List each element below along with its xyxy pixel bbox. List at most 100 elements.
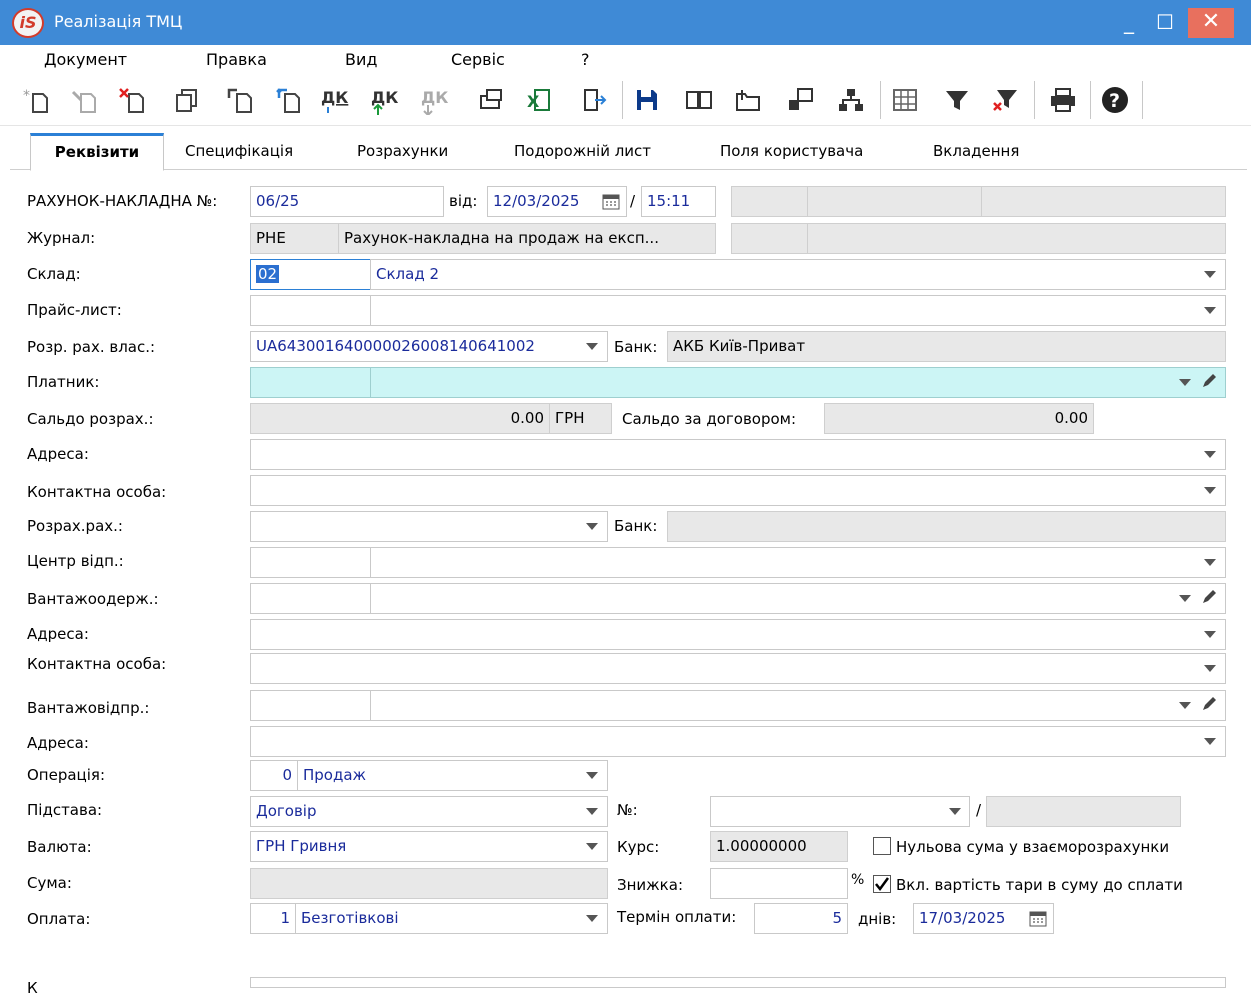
copy-document-icon[interactable] <box>170 83 204 117</box>
edit-document-icon[interactable] <box>66 83 100 117</box>
tab-attachments[interactable]: Вкладення <box>933 133 1019 170</box>
comment-field[interactable] <box>250 977 1226 988</box>
export-excel-icon[interactable]: X <box>522 83 556 117</box>
menu-help[interactable]: ? <box>581 50 590 69</box>
responsibility-center-name-field[interactable] <box>370 547 1226 578</box>
tab-user-fields[interactable]: Поля користувача <box>720 133 863 170</box>
print-icon[interactable] <box>1046 83 1080 117</box>
invoice-number-field[interactable]: 06/25 <box>250 186 444 217</box>
chevron-down-icon[interactable] <box>1203 663 1217 673</box>
tab-specification[interactable]: Специфікація <box>185 133 293 170</box>
consignee-address-label: Адреса: <box>27 625 89 643</box>
calendar-icon[interactable] <box>1029 910 1047 931</box>
pencil-icon[interactable] <box>1200 372 1218 394</box>
tare-checkbox[interactable] <box>873 875 891 893</box>
chevron-down-icon[interactable] <box>585 841 599 851</box>
calendar-icon[interactable] <box>602 193 620 214</box>
chevron-down-icon[interactable] <box>1203 557 1217 567</box>
create-based-on-icon[interactable] <box>222 83 256 117</box>
zero-sum-checkbox[interactable] <box>873 837 891 855</box>
payer-code-field[interactable] <box>250 367 371 398</box>
attach-folder-icon[interactable] <box>732 83 766 117</box>
menu-edit[interactable]: Правка <box>206 50 267 69</box>
consignee-code-field[interactable] <box>250 583 371 614</box>
menu-document[interactable]: Документ <box>44 50 127 69</box>
price-list-code-field[interactable] <box>250 295 371 326</box>
clear-filter-icon[interactable] <box>988 83 1022 117</box>
book-icon[interactable] <box>682 83 716 117</box>
delete-document-icon[interactable] <box>114 83 148 117</box>
payment-code-field[interactable]: 1 <box>250 903 296 934</box>
filter-icon[interactable] <box>940 83 974 117</box>
chevron-down-icon[interactable] <box>1203 449 1217 459</box>
save-icon[interactable] <box>630 83 664 117</box>
invoice-time-field[interactable]: 15:11 <box>641 186 716 217</box>
chevron-down-icon[interactable] <box>1178 377 1192 387</box>
date-time-separator: / <box>630 192 636 210</box>
tab-requisites[interactable]: Реквізити <box>30 133 164 171</box>
payer-name-field[interactable] <box>370 367 1226 398</box>
hierarchy-icon[interactable] <box>834 83 868 117</box>
consignee-address-field[interactable] <box>250 619 1226 650</box>
pencil-icon[interactable] <box>1200 695 1218 717</box>
basis-field[interactable]: Договір <box>250 796 608 827</box>
contract-balance-field: 0.00 <box>824 403 1094 434</box>
chevron-down-icon[interactable] <box>1203 269 1217 279</box>
shipper-address-field[interactable] <box>250 726 1226 757</box>
chevron-down-icon[interactable] <box>1178 700 1192 710</box>
operation-name-field[interactable]: Продаж <box>297 760 608 791</box>
own-account-field[interactable]: UA643001640000026008140641002 <box>250 331 608 362</box>
maximize-button[interactable]: ☐ <box>1148 8 1182 38</box>
chevron-down-icon[interactable] <box>1203 736 1217 746</box>
linked-documents-icon[interactable] <box>784 83 818 117</box>
warehouse-name-field[interactable]: Склад 2 <box>370 259 1226 290</box>
shipper-name-field[interactable] <box>370 690 1226 721</box>
exit-icon[interactable] <box>578 83 612 117</box>
responsibility-center-code-field[interactable] <box>250 547 371 578</box>
payer-label: Платник: <box>27 373 100 391</box>
minimize-button[interactable]: _ <box>1112 8 1146 38</box>
menu-service[interactable]: Сервіс <box>451 50 505 69</box>
unpost-ledger-icon[interactable]: ДК <box>420 83 454 117</box>
payer-contact-field[interactable] <box>250 475 1226 506</box>
journal-label: Журнал: <box>27 229 96 247</box>
discount-field[interactable] <box>710 868 848 899</box>
chevron-down-icon[interactable] <box>585 341 599 351</box>
warehouse-code-field[interactable]: 02 <box>250 259 371 290</box>
tab-settlements[interactable]: Розрахунки <box>357 133 448 170</box>
new-document-icon[interactable]: * <box>18 83 52 117</box>
chevron-down-icon[interactable] <box>585 913 599 923</box>
print-preview-icon[interactable] <box>474 83 508 117</box>
operation-code-field[interactable]: 0 <box>250 760 298 791</box>
pencil-icon[interactable] <box>1200 588 1218 610</box>
close-button[interactable]: ✕ <box>1188 8 1234 38</box>
post-ledger-icon[interactable]: ДК <box>320 83 354 117</box>
consignee-contact-field[interactable] <box>250 653 1226 684</box>
tab-waybill[interactable]: Подорожній лист <box>514 133 651 170</box>
consignee-contact-label: Контактна особа: <box>27 655 167 673</box>
create-from-template-icon[interactable] <box>270 83 304 117</box>
chevron-down-icon[interactable] <box>585 770 599 780</box>
app-logo-icon: iS <box>12 8 44 38</box>
grid-icon[interactable] <box>888 83 922 117</box>
ledger-entries-icon[interactable]: ДК <box>370 83 404 117</box>
chevron-down-icon[interactable] <box>1178 593 1192 603</box>
price-list-name-field[interactable] <box>370 295 1226 326</box>
chevron-down-icon[interactable] <box>948 806 962 816</box>
chevron-down-icon[interactable] <box>1203 305 1217 315</box>
help-icon[interactable]: ? <box>1098 83 1132 117</box>
consignee-name-field[interactable] <box>370 583 1226 614</box>
payment-term-field[interactable]: 5 <box>754 903 848 934</box>
payment-name-field[interactable]: Безготівкові <box>295 903 608 934</box>
chevron-down-icon[interactable] <box>585 521 599 531</box>
svg-text:*: * <box>23 88 30 104</box>
chevron-down-icon[interactable] <box>1203 485 1217 495</box>
menu-view[interactable]: Вид <box>345 50 377 69</box>
chevron-down-icon[interactable] <box>1203 629 1217 639</box>
settlement-account-field[interactable] <box>250 511 608 542</box>
basis-number-field[interactable] <box>710 796 970 827</box>
payer-address-field[interactable] <box>250 439 1226 470</box>
chevron-down-icon[interactable] <box>585 806 599 816</box>
shipper-code-field[interactable] <box>250 690 371 721</box>
currency-field[interactable]: ГРН Гривня <box>250 831 608 862</box>
